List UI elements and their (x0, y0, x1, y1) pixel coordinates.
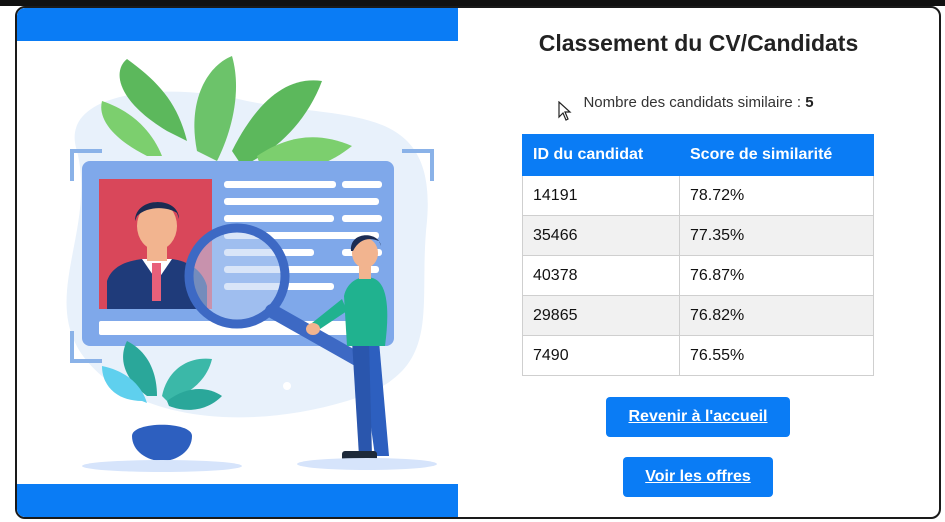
candidate-count-value: 5 (805, 94, 814, 111)
column-header-score[interactable]: Score de similarité (679, 134, 874, 176)
cell-candidate-id: 14191 (522, 175, 680, 216)
candidate-count: Nombre des candidats similaire : 5 (458, 94, 939, 111)
illustration-bottom-bar (17, 484, 458, 517)
table-row: 29865 76.82% (522, 295, 874, 336)
cell-similarity-score: 76.87% (679, 255, 874, 296)
page-title: Classement du CV/Candidats (538, 30, 859, 56)
cell-similarity-score: 77.35% (679, 215, 874, 256)
table-row: 7490 76.55% (522, 335, 874, 376)
mouse-pointer-icon (558, 101, 572, 121)
candidate-count-label: Nombre des candidats similaire : (583, 94, 806, 111)
cell-similarity-score: 78.72% (679, 175, 874, 216)
cell-similarity-score: 76.55% (679, 335, 874, 376)
cell-candidate-id: 29865 (522, 295, 680, 336)
table-row: 14191 78.72% (522, 175, 874, 216)
illustration-panel (17, 8, 458, 517)
results-panel: Classement du CV/Candidats Nombre des ca… (458, 8, 939, 517)
cell-candidate-id: 7490 (522, 335, 680, 376)
ranking-card: Classement du CV/Candidats Nombre des ca… (15, 6, 941, 519)
view-offers-button[interactable]: Voir les offres (623, 457, 773, 497)
table-row: 35466 77.35% (522, 215, 874, 256)
column-header-id[interactable]: ID du candidat (522, 134, 680, 176)
cell-candidate-id: 40378 (522, 255, 680, 296)
illustration-top-bar (17, 8, 458, 41)
cv-search-illustration (66, 56, 437, 472)
back-home-button[interactable]: Revenir à l'accueil (606, 397, 790, 437)
ranking-table: ID du candidat Score de similarité 14191… (522, 134, 874, 376)
cell-candidate-id: 35466 (522, 215, 680, 256)
cell-similarity-score: 76.82% (679, 295, 874, 336)
table-row: 40378 76.87% (522, 255, 874, 296)
table-header-row: ID du candidat Score de similarité (522, 134, 874, 176)
